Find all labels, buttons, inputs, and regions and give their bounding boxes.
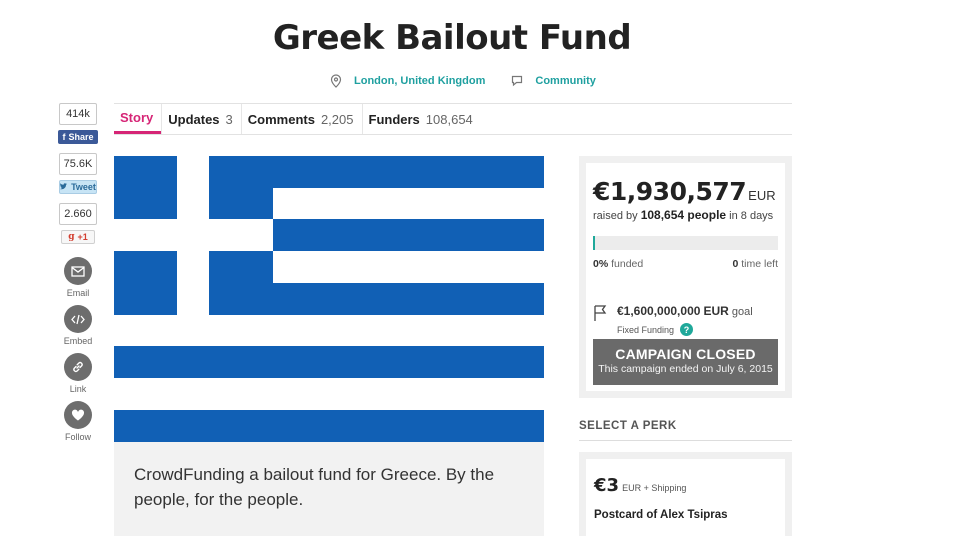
campaign-closed-banner: CAMPAIGN CLOSED This campaign ended on J…	[593, 339, 778, 385]
twitter-tweet-label: Tweet	[71, 182, 96, 192]
tab-story-label: Story	[120, 110, 154, 125]
goal-currency: EUR	[703, 304, 729, 318]
tab-comments-label: Comments	[247, 111, 315, 127]
perks-heading: SELECT A PERK	[579, 420, 792, 441]
goal-amount: €1,600,000,000	[617, 304, 701, 318]
twitter-bird-icon	[60, 182, 68, 192]
raised-prefix: raised by	[593, 210, 638, 222]
percent-funded-label: funded	[611, 258, 644, 270]
time-left: 0 time left	[732, 258, 778, 270]
twitter-count: 75.6K	[59, 153, 97, 175]
location-link[interactable]: London, United Kingdom	[354, 75, 485, 87]
funding-progress-fill	[593, 236, 596, 250]
email-share[interactable]: Email	[58, 257, 98, 298]
link-label: Link	[69, 384, 87, 394]
perk-price-note: EUR + Shipping	[622, 483, 687, 493]
campaign-closed-note: This campaign ended on July 6, 2015	[598, 363, 773, 375]
link-share[interactable]: Link	[58, 353, 98, 394]
perk-price: €3 EUR + Shipping	[594, 475, 777, 496]
share-sidebar: 414k f Share 75.6K Tweet 2.660 g +1 Emai…	[58, 103, 98, 442]
tab-comments[interactable]: Comments 2,205	[240, 104, 362, 134]
tab-updates[interactable]: Updates 3	[161, 104, 241, 134]
funding-goal: €1,600,000,000 EUR goal Fixed Funding ?	[593, 304, 778, 336]
facebook-share-button[interactable]: f Share	[58, 130, 98, 144]
perk-name: Postcard of Alex Tsipras	[594, 509, 728, 521]
goal-label: goal	[731, 306, 753, 318]
time-left-value: 0	[732, 258, 739, 270]
funding-progress-bar	[593, 236, 778, 250]
amount-value: €1,930,577	[593, 177, 747, 206]
amount-currency: EUR	[748, 188, 776, 203]
help-icon[interactable]: ?	[680, 323, 694, 336]
facebook-share-label: Share	[68, 132, 94, 142]
tab-funders-count: 108,654	[425, 111, 473, 127]
tab-story[interactable]: Story	[114, 104, 162, 134]
embed-label: Embed	[63, 336, 93, 346]
category-tag-icon	[511, 75, 523, 87]
facebook-count: 414k	[59, 103, 97, 125]
page-title: Greek Bailout Fund	[272, 18, 632, 58]
heart-icon[interactable]	[64, 401, 92, 429]
email-label: Email	[66, 288, 90, 298]
raised-duration: in 8 days	[729, 210, 774, 222]
gplus-icon: g	[68, 232, 75, 242]
code-embed-icon[interactable]	[64, 305, 92, 333]
facebook-icon: f	[62, 132, 66, 142]
gplus-label: +1	[77, 232, 88, 242]
funder-count: 108,654 people	[640, 208, 727, 222]
follow-share[interactable]: Follow	[58, 401, 98, 442]
raised-summary: raised by 108,654 people in 8 days	[593, 208, 778, 222]
greek-flag-image	[114, 156, 544, 442]
perk-price-value: €3	[594, 475, 620, 496]
embed-share[interactable]: Embed	[58, 305, 98, 346]
perk-card[interactable]: €3 EUR + Shipping Postcard of Alex Tsipra…	[579, 452, 792, 536]
tab-funders-label: Funders	[368, 111, 420, 127]
location-pin-icon	[330, 74, 342, 88]
funding-type: Fixed Funding	[617, 324, 675, 335]
campaign-closed-title: CAMPAIGN CLOSED	[615, 346, 756, 362]
chain-link-icon[interactable]	[64, 353, 92, 381]
funding-panel: €1,930,577 EUR raised by 108,654 people i…	[579, 156, 792, 398]
gplus-button[interactable]: g +1	[61, 230, 95, 244]
email-icon[interactable]	[64, 257, 92, 285]
tab-comments-count: 2,205	[320, 111, 354, 127]
campaign-meta: London, United Kingdom Community	[330, 74, 596, 88]
campaign-tabs: Story Updates 3 Comments 2,205 Funders 1…	[114, 103, 792, 135]
tab-updates-label: Updates	[168, 111, 220, 127]
percent-funded-value: 0%	[593, 258, 609, 270]
time-left-label: time left	[741, 258, 778, 270]
tab-funders[interactable]: Funders 108,654	[361, 104, 481, 134]
percent-funded: 0% funded	[593, 258, 643, 270]
twitter-tweet-button[interactable]: Tweet	[59, 180, 97, 194]
category-link[interactable]: Community	[535, 75, 596, 87]
amount-raised: €1,930,577 EUR	[593, 177, 778, 206]
campaign-tagline: CrowdFunding a bailout fund for Greece. …	[114, 442, 544, 536]
goal-flag-icon	[593, 304, 611, 327]
tab-updates-count: 3	[225, 111, 233, 127]
gplus-count: 2.660	[59, 203, 97, 225]
follow-label: Follow	[64, 432, 91, 442]
